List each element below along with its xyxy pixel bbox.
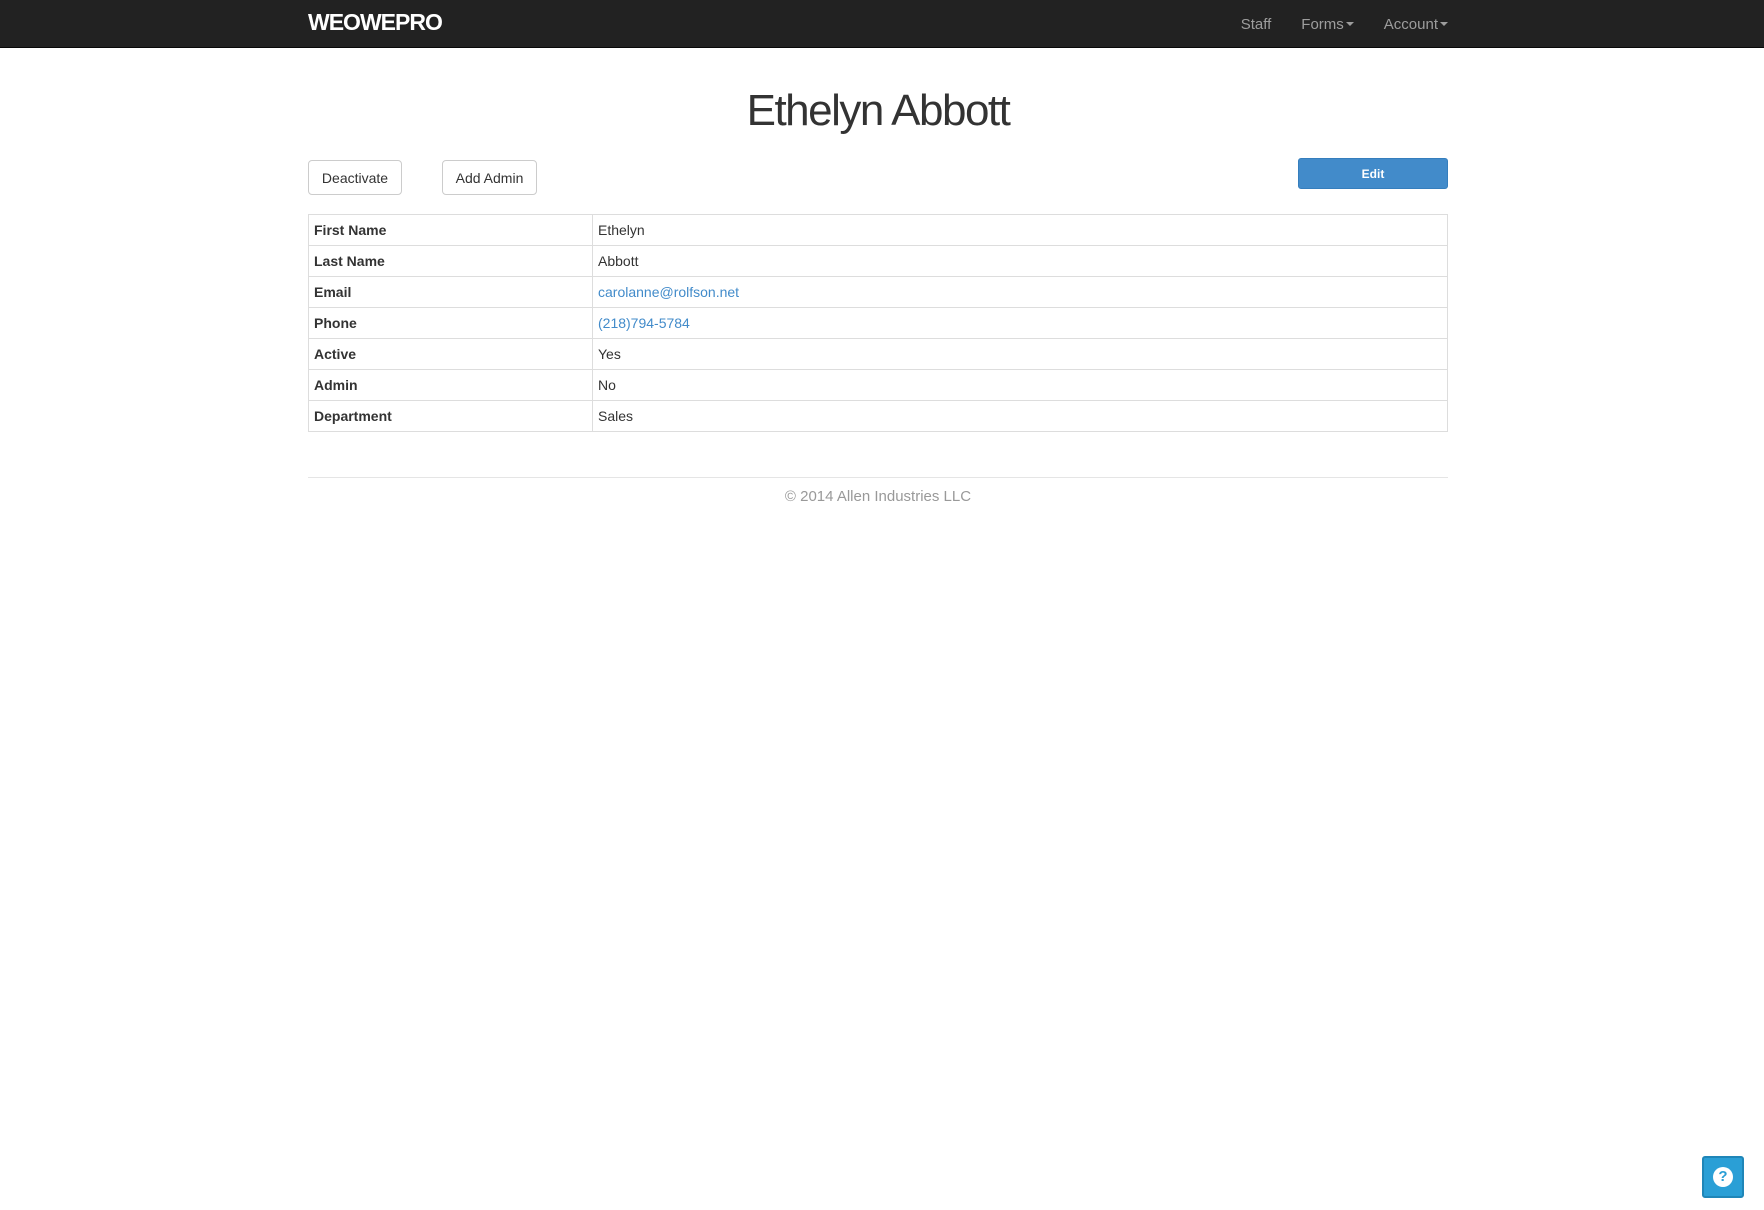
details-table: First Name Ethelyn Last Name Abbott Email car… [308,214,1448,432]
nav-item-forms[interactable]: Forms [1301,16,1354,33]
nav-item-account-label: Account [1383,15,1438,33]
brand-logo[interactable]: WEOWEPRO [308,8,443,36]
row-value-cell: Yes [592,338,1448,370]
row-value-cell: (218)794-5784 [592,307,1448,339]
nav-item-forms-label: Forms [1301,15,1344,33]
table-row: First Name Ethelyn [308,214,1448,246]
row-label: Last Name [308,245,593,277]
row-value: Yes [598,346,621,362]
nav-item-staff[interactable]: Staff [1241,16,1272,33]
footer: © 2014 Allen Industries LLC [308,477,1448,505]
row-value-cell: Abbott [592,245,1448,277]
row-value: Ethelyn [598,222,645,238]
row-value-cell: No [592,369,1448,401]
page-title: Ethelyn Abbott [746,86,1011,135]
row-value: No [598,377,616,393]
chevron-down-icon [1440,22,1448,26]
row-label: Active [308,338,593,370]
row-value-link[interactable]: carolanne@rolfson.net [598,284,739,300]
deactivate-button[interactable]: Deactivate [308,160,402,195]
action-bar: Deactivate Add Admin Edit [308,158,1448,212]
row-value-cell: carolanne@rolfson.net [592,276,1448,308]
top-navbar: WEOWEPRO Staff Forms Account [0,0,1764,48]
row-value-cell: Ethelyn [592,214,1448,246]
chevron-down-icon [1345,22,1354,26]
question-circle-icon: ? [1713,1167,1733,1187]
table-row: Admin No [308,369,1448,401]
edit-button[interactable]: Edit [1298,158,1448,189]
row-value: Abbott [598,253,639,269]
row-label: Admin [308,369,593,401]
row-label: Email [308,276,593,308]
table-row: Phone (218)794-5784 [308,307,1448,339]
table-row: Last Name Abbott [308,245,1448,277]
row-label: Department [308,400,593,432]
table-row: Active Yes [308,338,1448,370]
row-value-cell: Sales [592,400,1448,432]
row-value-link[interactable]: (218)794-5784 [598,315,690,331]
row-label: First Name [308,214,593,246]
table-row: Department Sales [308,400,1448,432]
help-button[interactable]: ? [1702,1156,1744,1198]
add-admin-button[interactable]: Add Admin [442,160,537,195]
row-value: Sales [598,408,634,424]
nav-item-account[interactable]: Account [1384,16,1448,33]
navbar-menu: Staff Forms Account [1211,0,1448,48]
nav-item-staff-label: Staff [1240,15,1272,33]
row-label: Phone [308,307,593,339]
footer-copyright: © 2014 Allen Industries LLC [784,488,972,505]
main-content: Ethelyn Abbott Deactivate Add Admin Edit… [308,48,1448,505]
table-row: Email carolanne@rolfson.net [308,276,1448,308]
